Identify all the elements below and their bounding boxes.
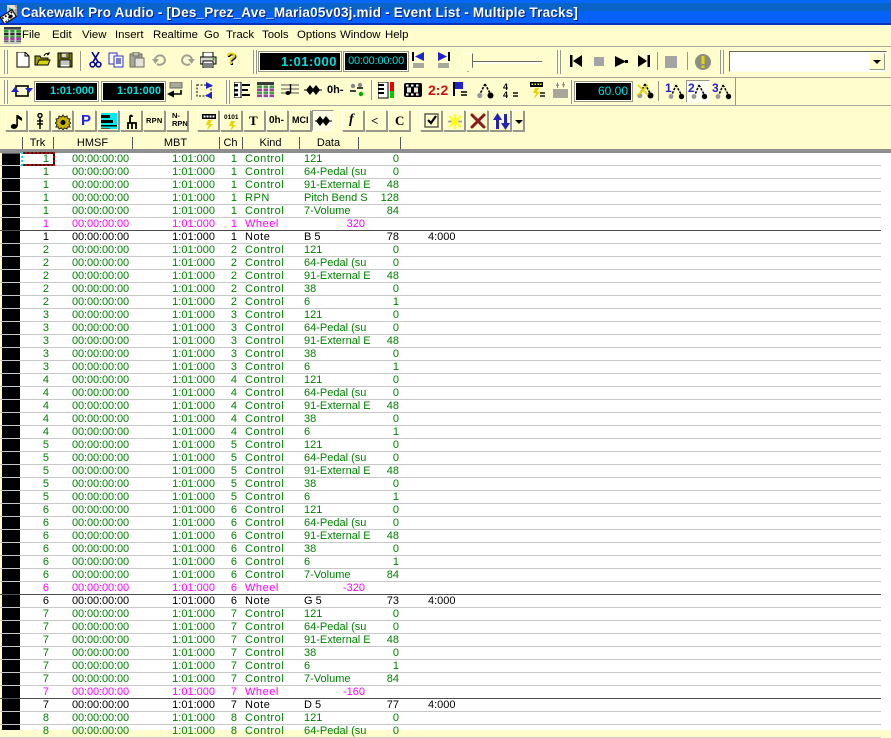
svg-text:0101: 0101: [224, 114, 239, 121]
svg-text:1: 1: [665, 81, 672, 95]
svg-text:2: 2: [688, 81, 695, 95]
svg-text:4: 4: [503, 90, 508, 99]
svg-text:3: 3: [712, 81, 719, 95]
